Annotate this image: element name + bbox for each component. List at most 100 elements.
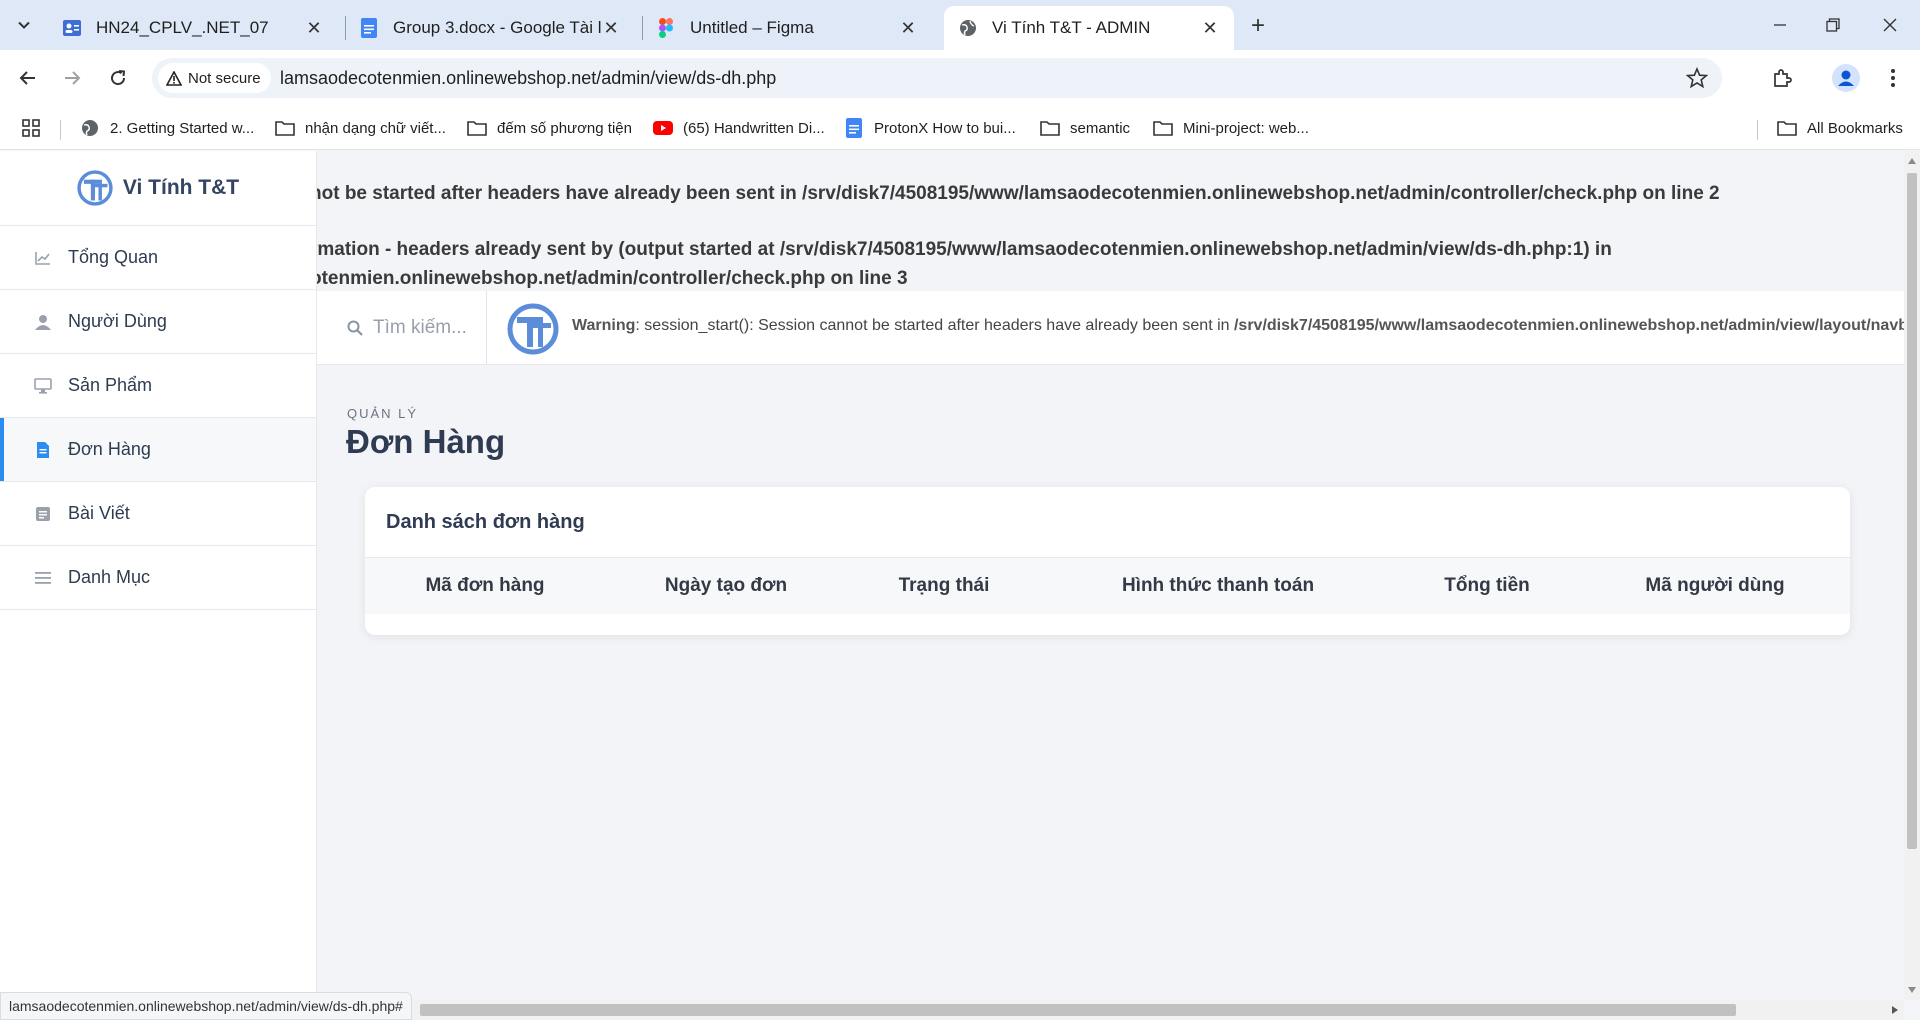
- scrollbar-thumb[interactable]: [420, 1004, 1736, 1016]
- sidebar-item-label: Bài Viết: [68, 503, 130, 523]
- tab-strip: HN24_CPLV_.NET_07 ✕ Group 3.docx - Googl…: [0, 0, 1920, 50]
- folder-icon: [1040, 118, 1060, 138]
- folder-icon: [467, 118, 487, 138]
- scroll-up-arrow-icon[interactable]: [1908, 158, 1916, 164]
- card-title: Danh sách đơn hàng: [365, 487, 1850, 558]
- sidebar-item-san-pham[interactable]: Sản Phẩm: [0, 354, 316, 418]
- brand-name: Vi Tính T&T: [122, 176, 240, 199]
- chart-icon: [34, 249, 52, 267]
- folder-icon: [1777, 118, 1797, 138]
- bookmark-item[interactable]: ProtonX How to bui...: [844, 116, 1016, 140]
- bookmark-label: nhận dạng chữ viết...: [305, 119, 446, 137]
- search-input[interactable]: [373, 317, 483, 339]
- bookmark-label: semantic: [1070, 119, 1131, 137]
- reload-icon: [111, 70, 126, 86]
- security-label: Not secure: [188, 69, 261, 87]
- all-bookmarks-button[interactable]: All Bookmarks: [1777, 116, 1903, 140]
- session-warning: Warning: session_start(): Session cannot…: [572, 317, 1904, 335]
- sidebar-item-nguoi-dung[interactable]: Người Dùng: [0, 290, 316, 354]
- close-window-button[interactable]: [1870, 10, 1910, 40]
- document-icon: [34, 441, 52, 459]
- article-icon: [34, 505, 52, 523]
- tab-hn24[interactable]: HN24_CPLV_.NET_07 ✕: [48, 6, 338, 50]
- page-title: Đơn Hàng: [346, 423, 506, 460]
- scroll-down-arrow-icon[interactable]: [1908, 987, 1916, 993]
- forward-button[interactable]: [56, 62, 88, 94]
- bookmark-folder[interactable]: nhận dạng chữ viết...: [275, 116, 446, 140]
- tab-search-button[interactable]: [8, 10, 40, 40]
- scrollbar-thumb[interactable]: [1907, 173, 1917, 849]
- bookmark-label: đếm số phương tiện: [497, 119, 632, 137]
- close-icon[interactable]: ✕: [898, 18, 918, 38]
- bookmark-folder[interactable]: semantic: [1040, 116, 1130, 140]
- reload-button[interactable]: [102, 62, 134, 94]
- puzzle-icon: [1774, 69, 1792, 87]
- minimize-button[interactable]: [1760, 10, 1800, 40]
- close-icon[interactable]: ✕: [601, 18, 621, 38]
- breadcrumb: QUẢN LÝ: [347, 406, 419, 421]
- all-bookmarks-label: All Bookmarks: [1807, 119, 1903, 137]
- youtube-icon: [653, 118, 673, 138]
- minimize-icon: [1774, 24, 1786, 26]
- bookmarks-separator: [1757, 120, 1758, 140]
- bookmarks-bar: 2. Getting Started w... nhận dạng chữ vi…: [0, 106, 1920, 150]
- more-vertical-icon: [1891, 69, 1895, 87]
- back-button[interactable]: [12, 62, 44, 94]
- column-header-created-date[interactable]: Ngày tạo đơn: [665, 575, 787, 597]
- url-text[interactable]: lamsaodecotenmien.onlinewebshop.net/admi…: [280, 68, 776, 89]
- column-header-payment-method[interactable]: Hình thức thanh toán: [1122, 575, 1314, 597]
- bookmark-folder[interactable]: Mini-project: web...: [1153, 116, 1309, 140]
- page-viewport: not be started after headers have alread…: [0, 151, 1904, 1000]
- column-header-order-id[interactable]: Mã đơn hàng: [425, 575, 544, 597]
- table-header: Mã đơn hàng Ngày tạo đơn Trạng thái Hình…: [365, 558, 1850, 614]
- sidebar-item-label: Đơn Hàng: [68, 439, 151, 459]
- restore-button[interactable]: [1813, 10, 1853, 40]
- folder-icon: [1153, 118, 1173, 138]
- php-error-line: not be started after headers have alread…: [310, 183, 1720, 204]
- address-bar[interactable]: Not secure lamsaodecotenmien.onlinewebsh…: [152, 58, 1722, 98]
- profile-button[interactable]: [1830, 62, 1862, 94]
- bookmark-label: (65) Handwritten Di...: [683, 119, 825, 137]
- sidebar-item-label: Người Dùng: [68, 311, 167, 331]
- column-header-total[interactable]: Tổng tiền: [1444, 575, 1529, 597]
- scroll-right-arrow-icon[interactable]: [1892, 1006, 1898, 1014]
- bookmark-item[interactable]: 2. Getting Started w...: [80, 116, 254, 140]
- sidebar-item-don-hang[interactable]: Đơn Hàng: [0, 418, 316, 482]
- sidebar-item-danh-muc[interactable]: Danh Mục: [0, 546, 316, 610]
- list-icon: [34, 569, 52, 587]
- bookmark-label: Mini-project: web...: [1183, 119, 1309, 137]
- bookmark-folder[interactable]: đếm số phương tiện: [467, 116, 632, 140]
- vertical-scrollbar[interactable]: [1904, 151, 1920, 1000]
- warning-path: /srv/disk7/4508195/www/lamsaodecotenmien…: [1233, 317, 1904, 334]
- site-info-button[interactable]: Not secure: [158, 63, 271, 93]
- bookmark-item[interactable]: (65) Handwritten Di...: [653, 116, 825, 140]
- menu-button[interactable]: [1877, 62, 1909, 94]
- apps-button[interactable]: [22, 116, 40, 140]
- arrow-right-icon: [65, 71, 81, 85]
- tt-logo-icon: [77, 170, 113, 206]
- tab-group3[interactable]: Group 3.docx - Google Tài liệu ✕: [345, 6, 635, 50]
- brand[interactable]: Vi Tính T&T: [0, 151, 316, 226]
- column-header-user-id[interactable]: Mã người dùng: [1645, 575, 1784, 597]
- warning-label: Warning: [572, 317, 636, 334]
- new-tab-button[interactable]: +: [1244, 12, 1272, 40]
- close-icon[interactable]: ✕: [1200, 18, 1220, 38]
- orders-card: Danh sách đơn hàng Mã đơn hàng Ngày tạo …: [365, 487, 1850, 635]
- bookmark-star-icon[interactable]: [1686, 67, 1708, 89]
- extensions-button[interactable]: [1766, 62, 1798, 94]
- tab-vitinh-admin[interactable]: Vi Tính T&T - ADMIN ✕: [944, 6, 1234, 50]
- tab-figma[interactable]: Untitled – Figma ✕: [642, 6, 932, 50]
- arrow-left-icon: [19, 71, 35, 85]
- google-docs-icon: [359, 18, 379, 38]
- sidebar-item-label: Sản Phẩm: [68, 375, 153, 395]
- tab-title: Group 3.docx - Google Tài liệu: [393, 18, 601, 37]
- sidebar-item-tong-quan[interactable]: Tổng Quan: [0, 226, 316, 290]
- chevron-down-icon: [18, 21, 30, 29]
- close-icon[interactable]: ✕: [304, 18, 324, 38]
- user-card-icon: [62, 18, 82, 38]
- warning-triangle-icon: [166, 70, 182, 86]
- restore-icon: [1826, 18, 1840, 32]
- column-header-status[interactable]: Trạng thái: [899, 575, 990, 597]
- sidebar-item-bai-viet[interactable]: Bài Viết: [0, 482, 316, 546]
- tt-logo-icon: [507, 303, 559, 355]
